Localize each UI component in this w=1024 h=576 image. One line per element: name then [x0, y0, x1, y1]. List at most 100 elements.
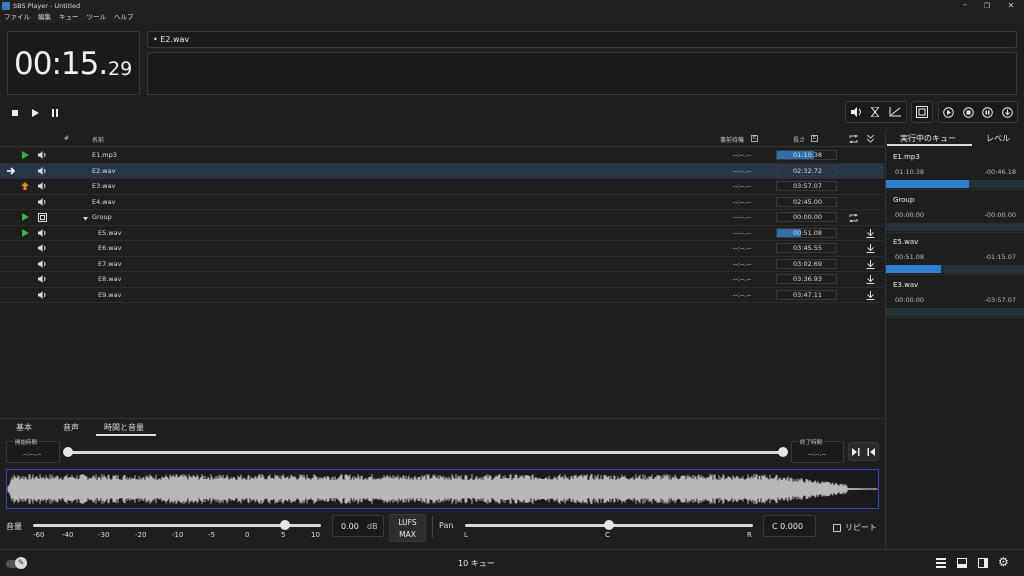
- maximize-button[interactable]: ❐: [980, 1, 994, 11]
- bottom-panel-icon[interactable]: [957, 558, 967, 568]
- length-cell: 02:45.00: [776, 196, 837, 207]
- settings-gear-icon[interactable]: ⚙: [998, 555, 1009, 569]
- menu-edit[interactable]: 編集: [34, 12, 55, 23]
- prewait-value: --:--.--: [733, 259, 752, 268]
- pan-value: C 0.000: [772, 522, 804, 531]
- db-unit: dB: [367, 522, 378, 531]
- running-cue-name: E3.wav: [893, 280, 919, 289]
- lufs-max-toggle[interactable]: LUFS MAX: [389, 514, 426, 542]
- clock-display: 00:15. 29: [7, 31, 140, 95]
- running-cue-item[interactable]: E1.mp3 01:10.38 -00:46.18: [886, 148, 1024, 190]
- notes-area[interactable]: [147, 52, 1017, 95]
- tab-levels[interactable]: レベル: [986, 133, 1010, 144]
- volume-tick: -5: [208, 531, 215, 539]
- continue-down-icon[interactable]: [866, 228, 875, 240]
- close-button[interactable]: ✕: [1004, 1, 1018, 11]
- running-cue-item[interactable]: E5.wav 00:51.08 -01:15.07: [886, 233, 1024, 275]
- volume-tick: -20: [135, 531, 147, 539]
- table-row[interactable]: E6.wav --:--.-- 03:45.55: [0, 241, 884, 257]
- table-row[interactable]: E5.wav --:--.-- 00:51.08: [0, 226, 884, 241]
- start-time-field[interactable]: 開始時間 --:--.--: [6, 438, 60, 463]
- tab-underline: [96, 434, 156, 436]
- pause-button[interactable]: [50, 108, 60, 118]
- running-cue-item[interactable]: Group 00:00.00 -00:00.00: [886, 191, 1024, 233]
- minimize-button[interactable]: –: [958, 1, 972, 11]
- pan-label: Pan: [439, 521, 454, 530]
- length-cell: 00:00.00: [776, 212, 837, 222]
- db-field[interactable]: 0.00 dB: [332, 515, 384, 537]
- speaker-icon[interactable]: [850, 107, 862, 117]
- volume-track[interactable]: [33, 524, 321, 527]
- max-label: MAX: [399, 529, 416, 539]
- length-value: 03:45.55: [793, 244, 823, 252]
- circle-stop-icon[interactable]: [962, 106, 974, 118]
- tab-running-cues[interactable]: 実行中のキュー: [900, 133, 956, 144]
- table-row[interactable]: E1.mp3 --:--.-- 01:10.38: [0, 148, 884, 164]
- tab-basic[interactable]: 基本: [16, 422, 32, 433]
- list-view-icon[interactable]: [936, 558, 946, 568]
- skip-to-end-icon[interactable]: [852, 447, 860, 456]
- transport-controls: [7, 103, 67, 123]
- loading-up-icon: [21, 182, 29, 193]
- pan-tick-c: C: [605, 531, 610, 539]
- continue-down-icon[interactable]: [866, 244, 875, 255]
- continue-down-icon[interactable]: [866, 259, 875, 271]
- menu-help[interactable]: ヘルプ: [110, 12, 138, 23]
- repeat-checkbox[interactable]: [833, 524, 841, 532]
- running-cue-remaining: -03:57.07: [984, 295, 1016, 304]
- running-cue-progress: [886, 180, 1024, 188]
- trim-end-handle[interactable]: [778, 447, 788, 457]
- table-row[interactable]: E2.wav --:--.-- 02:32.72: [0, 163, 884, 179]
- circle-pause-icon[interactable]: [982, 106, 994, 118]
- stop-button[interactable]: [10, 108, 20, 118]
- col-length: 長さ: [793, 137, 806, 144]
- circle-play-icon[interactable]: [943, 106, 955, 118]
- running-cue-elapsed: 00:00.00: [895, 210, 925, 219]
- menu-tools[interactable]: ツール: [83, 12, 111, 23]
- skip-to-start-icon[interactable]: [867, 447, 875, 456]
- skip-buttons: [848, 442, 879, 461]
- db-value: 0.00: [341, 522, 359, 531]
- app-icon: [2, 2, 10, 10]
- pan-field[interactable]: C 0.000: [763, 515, 816, 537]
- trim-track[interactable]: [68, 451, 783, 454]
- trim-start-handle[interactable]: [63, 447, 73, 457]
- cue-name: E5.wav: [98, 228, 122, 237]
- table-row[interactable]: E3.wav --:--.-- 03:57.07: [0, 179, 884, 195]
- length-value: 03:02.69: [793, 259, 823, 268]
- table-row[interactable]: E7.wav --:--.-- 03:02.69: [0, 257, 884, 272]
- table-row[interactable]: Group --:--.-- 00:00.00: [0, 210, 884, 226]
- table-row[interactable]: E4.wav --:--.-- 02:45.00: [0, 195, 884, 210]
- waveform[interactable]: [6, 469, 879, 509]
- volume-handle[interactable]: [280, 520, 290, 530]
- side-panel-icon[interactable]: [978, 558, 988, 568]
- table-row[interactable]: E9.wav --:--.-- 03:47.11: [0, 288, 884, 303]
- volume-tick: 5: [281, 531, 286, 539]
- continue-down-icon[interactable]: [866, 290, 875, 302]
- repeat-label: リピート: [845, 523, 877, 532]
- tab-time-volume[interactable]: 時間と音量: [104, 422, 144, 433]
- volume-tick: -10: [172, 531, 184, 539]
- loop-icon[interactable]: [848, 213, 859, 224]
- tab-audio[interactable]: 音声: [63, 422, 79, 433]
- prewait-value: --:--.--: [733, 166, 752, 175]
- loop-header-icon[interactable]: [849, 135, 858, 143]
- circle-down-icon[interactable]: [1001, 106, 1013, 118]
- continue-down-icon[interactable]: [866, 275, 875, 286]
- pan-handle[interactable]: [604, 520, 614, 530]
- collapse-all-icon[interactable]: [867, 135, 874, 143]
- chevron-down-icon[interactable]: [83, 215, 88, 223]
- curve-icon[interactable]: [889, 107, 902, 117]
- waveform-graphic: [7, 474, 878, 504]
- menu-file[interactable]: ファイル: [0, 12, 34, 23]
- play-button[interactable]: [30, 108, 40, 118]
- table-row[interactable]: E8.wav --:--.-- 03:36.93: [0, 272, 884, 288]
- length-cell: 03:47.11: [776, 289, 837, 300]
- volume-tick: -30: [98, 531, 110, 539]
- end-time-field[interactable]: 終了時間 --:--.--: [791, 438, 844, 463]
- menu-cue[interactable]: キュー: [55, 12, 83, 23]
- hourglass-icon[interactable]: [871, 107, 880, 117]
- length-value: 03:36.93: [793, 275, 823, 283]
- group-button[interactable]: [911, 101, 933, 123]
- speaker-icon: [38, 244, 47, 254]
